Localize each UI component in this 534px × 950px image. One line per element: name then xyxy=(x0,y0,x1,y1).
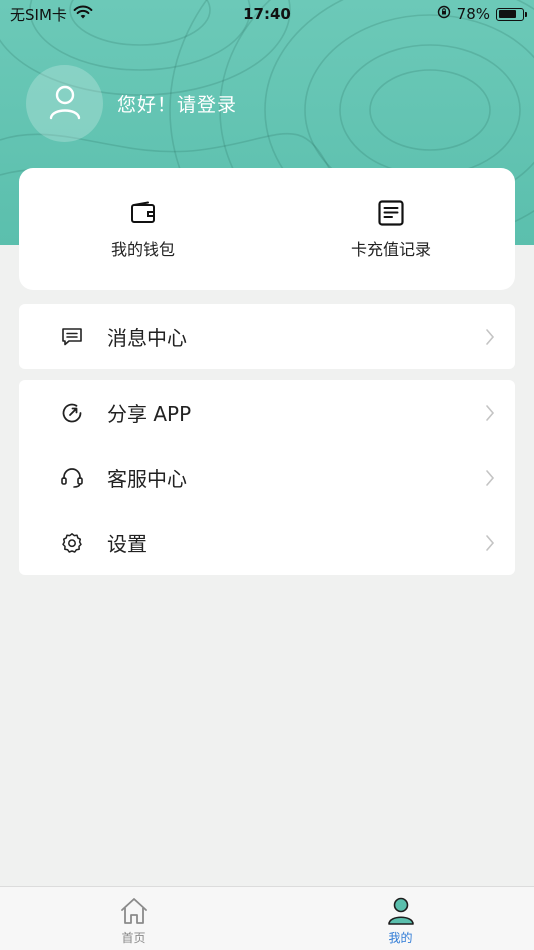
quick-actions-card: 我的钱包 卡充值记录 xyxy=(19,168,515,290)
tab-home[interactable]: 首页 xyxy=(0,887,267,950)
wifi-icon xyxy=(73,5,93,24)
battery-icon xyxy=(496,7,527,21)
tab-bar: 首页 我的 xyxy=(0,886,534,950)
wallet-icon xyxy=(128,198,158,228)
recharge-record-button[interactable]: 卡充值记录 xyxy=(267,168,515,290)
share-icon xyxy=(59,400,85,426)
tab-profile[interactable]: 我的 xyxy=(267,887,534,950)
greeting-text[interactable]: 您好！请登录 xyxy=(117,90,237,117)
chevron-right-icon xyxy=(483,327,497,347)
login-prompt[interactable]: 您好！请登录 xyxy=(26,65,237,142)
battery-fill xyxy=(498,10,517,18)
recharge-record-icon xyxy=(376,198,406,228)
chevron-right-icon xyxy=(483,533,497,553)
tab-profile-label: 我的 xyxy=(388,931,413,945)
orientation-lock-icon xyxy=(437,5,451,23)
wallet-button[interactable]: 我的钱包 xyxy=(19,168,267,290)
headset-icon xyxy=(59,465,85,491)
wallet-label: 我的钱包 xyxy=(110,240,175,259)
status-bar: 无SIM卡 17:40 78% xyxy=(0,0,534,28)
menu-item-label: 设置 xyxy=(107,532,147,556)
gear-icon xyxy=(59,530,85,556)
profile-icon xyxy=(385,895,417,927)
home-icon xyxy=(118,895,150,927)
menu-item-label: 分享 APP xyxy=(107,402,192,426)
message-icon xyxy=(59,324,85,350)
avatar[interactable] xyxy=(26,65,103,142)
battery-percent: 78% xyxy=(456,5,490,23)
chevron-right-icon xyxy=(483,403,497,423)
menu-group-messages: 消息中心 xyxy=(19,304,515,369)
menu-group-general: 分享 APP 客服中心 设置 xyxy=(19,380,515,575)
menu-item-customer-service[interactable]: 客服中心 xyxy=(19,445,515,510)
carrier-label: 无SIM卡 xyxy=(10,5,67,24)
menu-item-label: 客服中心 xyxy=(107,467,187,491)
tab-home-label: 首页 xyxy=(121,931,146,945)
menu-item-settings[interactable]: 设置 xyxy=(19,510,515,575)
menu-item-label: 消息中心 xyxy=(107,326,187,350)
chevron-right-icon xyxy=(483,468,497,488)
recharge-record-label: 卡充值记录 xyxy=(350,240,431,259)
menu-item-message-center[interactable]: 消息中心 xyxy=(19,304,515,369)
user-icon xyxy=(48,84,82,124)
menu-item-share-app[interactable]: 分享 APP xyxy=(19,380,515,445)
